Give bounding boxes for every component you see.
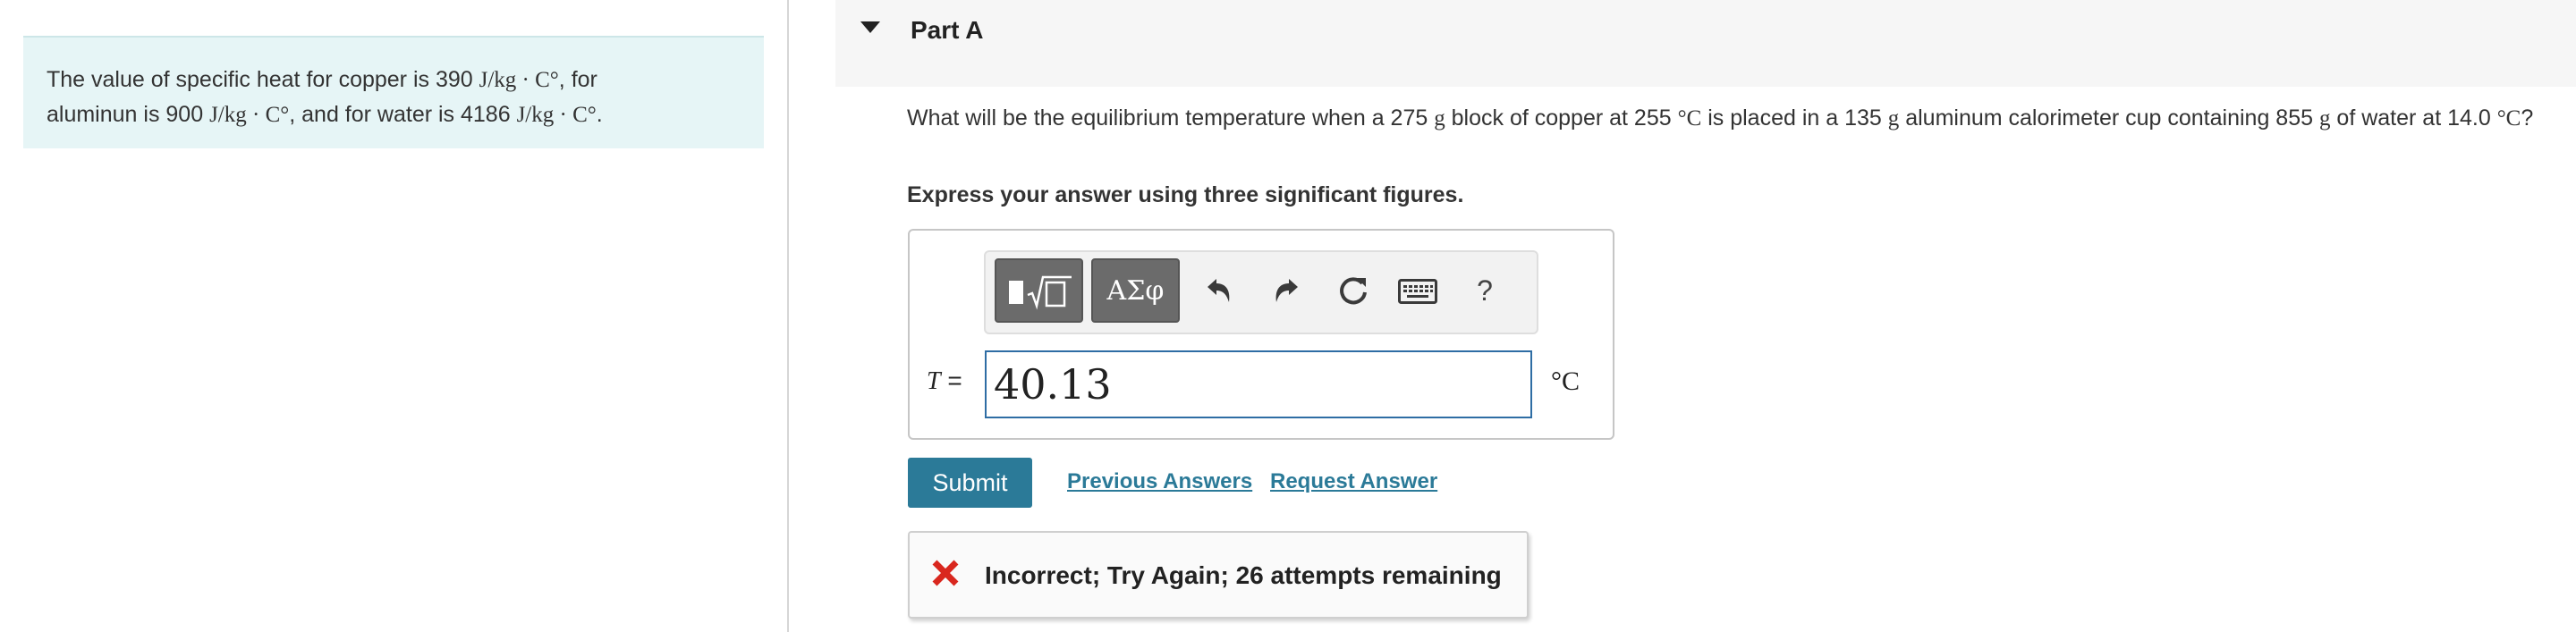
greek-letters-button[interactable]: ΑΣφ	[1091, 258, 1180, 323]
question-fragment: of water at 14.0	[2330, 105, 2497, 131]
reset-button[interactable]	[1331, 268, 1376, 313]
help-button[interactable]: ?	[1467, 270, 1503, 311]
question-fragment: What will be the equilibrium temperature…	[907, 105, 1435, 131]
part-title: Part A	[911, 16, 984, 44]
instruction-text: Express your answer using three signific…	[907, 182, 1464, 207]
submit-button[interactable]: Submit	[908, 458, 1032, 508]
answer-unit: °C	[1551, 367, 1580, 396]
redo-button[interactable]	[1266, 270, 1307, 311]
greek-letters-icon: ΑΣφ	[1106, 274, 1165, 307]
templates-button[interactable]	[995, 258, 1083, 323]
question-fragment: aluminum calorimeter cup containing 855	[1899, 105, 2319, 131]
specific-heat-unit: J/kg · C°	[479, 68, 559, 92]
specific-heat-unit: J/kg · C°	[516, 103, 597, 127]
statement-text: , for	[558, 67, 597, 92]
feedback-message: Incorrect; Try Again; 26 attempts remain…	[985, 561, 1502, 589]
redo-icon	[1275, 279, 1298, 302]
answer-variable-label: T =	[927, 367, 962, 396]
undo-button[interactable]	[1199, 270, 1240, 311]
unit-gram: g	[1887, 106, 1900, 131]
statement-text: , and for water is 4186	[289, 102, 517, 127]
help-icon: ?	[1477, 274, 1493, 307]
collapse-caret-icon[interactable]	[860, 21, 880, 33]
statement-text: .	[596, 102, 603, 127]
unit-gram: g	[2318, 106, 2331, 131]
unit-celsius: °C	[2496, 106, 2521, 131]
keyboard-icon	[1398, 279, 1437, 304]
answer-input[interactable]	[985, 350, 1532, 418]
problem-statement-line-2: aluminun is 900 J/kg · C°, and for water…	[47, 97, 741, 132]
unit-gram: g	[1434, 106, 1445, 131]
question-text: What will be the equilibrium temperature…	[907, 104, 2562, 133]
panel-divider	[787, 0, 789, 632]
previous-answers-link[interactable]: Previous Answers	[1067, 469, 1252, 494]
variable-symbol: T	[927, 367, 941, 395]
templates-icon	[1008, 275, 1072, 310]
incorrect-x-icon	[932, 560, 959, 586]
equals-sign: =	[947, 367, 962, 394]
problem-statement-panel: The value of specific heat for copper is…	[23, 36, 764, 148]
specific-heat-unit: J/kg · C°	[209, 103, 290, 127]
unit-celsius: °C	[1677, 106, 1702, 131]
question-fragment: is placed in a 135	[1701, 105, 1888, 131]
problem-statement-line-1: The value of specific heat for copper is…	[47, 63, 741, 97]
question-fragment: block of copper at 255	[1445, 105, 1678, 131]
question-fragment: ?	[2521, 105, 2534, 131]
request-answer-link[interactable]: Request Answer	[1270, 469, 1437, 494]
part-header[interactable]	[835, 0, 2576, 87]
statement-text: aluminun is 900	[47, 102, 210, 127]
keyboard-button[interactable]	[1395, 275, 1440, 308]
reset-icon	[1340, 277, 1367, 305]
statement-text: The value of specific heat for copper is…	[47, 67, 479, 92]
undo-icon	[1208, 279, 1230, 302]
